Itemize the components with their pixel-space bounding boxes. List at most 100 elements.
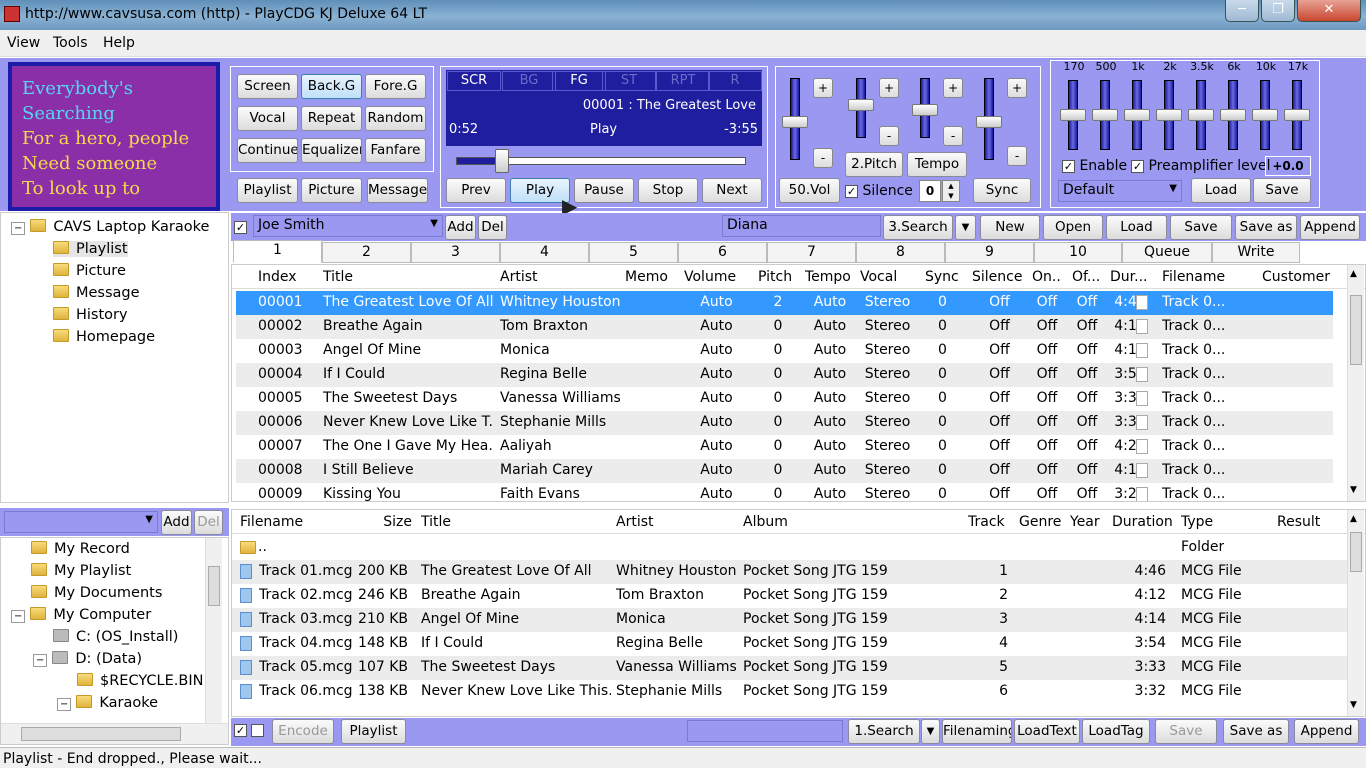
volume-minus-button[interactable]: - bbox=[813, 148, 833, 168]
playlist-col-header[interactable]: Title bbox=[323, 269, 493, 285]
pitch-thumb[interactable] bbox=[848, 99, 874, 111]
background-button[interactable]: Back.G bbox=[301, 74, 362, 99]
volume-plus-button[interactable]: + bbox=[813, 78, 833, 98]
tempo-button[interactable]: Tempo bbox=[907, 152, 967, 177]
tab-playlist-4[interactable]: 4 bbox=[500, 242, 589, 263]
playlist-row[interactable]: 00003 Angel Of Mine Monica Auto 0 Auto Stereo 0… bbox=[236, 339, 1333, 363]
tab-playlist-8[interactable]: 8 bbox=[856, 242, 945, 263]
sync-plus-button[interactable]: + bbox=[1007, 78, 1027, 98]
tree-my-record[interactable]: My Record bbox=[31, 541, 130, 557]
preamp-checkbox[interactable]: ✓ bbox=[1131, 159, 1144, 173]
file-append-button[interactable]: Append bbox=[1294, 719, 1359, 744]
scroll-down-icon[interactable]: ▼ bbox=[1350, 485, 1357, 495]
vocal-button[interactable]: Vocal bbox=[237, 106, 298, 131]
eq-band-thumb[interactable] bbox=[1124, 109, 1150, 121]
tab-bg[interactable]: BG bbox=[502, 71, 556, 91]
file-save-button[interactable]: Save bbox=[1155, 719, 1217, 744]
message-view-button[interactable]: Message bbox=[367, 178, 428, 203]
file-search-button[interactable]: 1.Search bbox=[848, 719, 920, 744]
tree-karaoke[interactable]: − Karaoke bbox=[57, 695, 158, 711]
random-button[interactable]: Random bbox=[365, 106, 426, 131]
playlist-row[interactable]: 00006 Never Knew Love Like T... Stephanie … bbox=[236, 411, 1333, 435]
eq-band-thumb[interactable] bbox=[1156, 109, 1182, 121]
playlist-load-button[interactable]: Load bbox=[1106, 215, 1167, 240]
tree-item-history[interactable]: History bbox=[53, 307, 128, 323]
eq-band-thumb[interactable] bbox=[1284, 109, 1310, 121]
tempo-minus-button[interactable]: - bbox=[943, 126, 963, 146]
volume-button[interactable]: 50.Vol bbox=[779, 178, 840, 203]
file-row[interactable]: Track 04.mcg 148 KB If I Could Regina Belle… bbox=[232, 632, 1347, 656]
tab-playlist-1[interactable]: 1 bbox=[233, 240, 322, 263]
file-row[interactable]: Track 05.mcg 107 KB The Sweetest Days Vanes… bbox=[232, 656, 1347, 680]
picture-view-button[interactable]: Picture bbox=[301, 178, 362, 203]
playlist-col-header[interactable]: Volume bbox=[684, 269, 749, 285]
menu-help[interactable]: Help bbox=[103, 35, 135, 51]
playlist-search-button[interactable]: 3.Search bbox=[883, 215, 953, 240]
stop-button[interactable]: Stop bbox=[638, 178, 698, 203]
tab-fg[interactable]: FG bbox=[552, 71, 606, 91]
volume-thumb[interactable] bbox=[782, 116, 808, 128]
playlist-save-as-button[interactable]: Save as bbox=[1235, 215, 1297, 240]
hscroll-thumb[interactable] bbox=[21, 727, 181, 741]
chevron-down-icon[interactable]: ▼ bbox=[430, 218, 438, 229]
eq-preset-dropdown[interactable]: Default ▼ bbox=[1058, 180, 1182, 202]
singer-dropdown[interactable]: Joe Smith ▼ bbox=[253, 215, 443, 237]
tab-rpt[interactable]: RPT bbox=[656, 71, 710, 91]
add-to-playlist-button[interactable]: Playlist bbox=[341, 719, 406, 744]
eq-band-thumb[interactable] bbox=[1060, 109, 1086, 121]
fanfare-button[interactable]: Fanfare bbox=[365, 138, 426, 163]
file-search-options[interactable]: ▼ bbox=[921, 719, 940, 744]
collapse-icon[interactable]: − bbox=[11, 222, 26, 235]
pause-button[interactable]: Pause bbox=[574, 178, 634, 203]
file-col-header[interactable]: Result bbox=[1277, 514, 1337, 530]
file-col-header[interactable]: Size bbox=[362, 514, 412, 530]
playlist-col-header[interactable]: Customer bbox=[1262, 269, 1342, 285]
preamp-option[interactable]: ✓ Preamplifier level bbox=[1131, 158, 1271, 174]
search-options-dropdown[interactable]: ▼ bbox=[955, 215, 976, 240]
continue-button[interactable]: Continue bbox=[237, 138, 298, 163]
select-all-checkbox[interactable]: ✓ bbox=[234, 724, 247, 737]
file-row[interactable]: Track 02.mcg 246 KB Breathe Again Tom Braxt… bbox=[232, 584, 1347, 608]
browser-path-dropdown[interactable]: ▼ bbox=[4, 511, 158, 533]
next-button[interactable]: Next bbox=[702, 178, 762, 203]
menu-tools[interactable]: Tools bbox=[53, 35, 88, 51]
file-col-header[interactable]: Type bbox=[1181, 514, 1271, 530]
file-row[interactable]: Track 06.mcg 138 KB Never Knew Love Like T… bbox=[232, 680, 1347, 704]
browser-add-button[interactable]: Add bbox=[161, 510, 192, 535]
tree-item-homepage[interactable]: Homepage bbox=[53, 329, 155, 345]
tree-hscrollbar[interactable] bbox=[1, 723, 228, 744]
file-col-header[interactable]: Artist bbox=[616, 514, 736, 530]
playlist-col-header[interactable]: Filename bbox=[1162, 269, 1252, 285]
repeat-button[interactable]: Repeat bbox=[301, 106, 362, 131]
file-col-header[interactable]: Filename bbox=[240, 514, 360, 530]
playlist-col-header[interactable]: Vocal bbox=[860, 269, 915, 285]
playlist-open-button[interactable]: Open bbox=[1043, 215, 1103, 240]
seek-thumb[interactable] bbox=[495, 149, 510, 173]
eq-enable-checkbox[interactable]: ✓ bbox=[1062, 159, 1075, 173]
file-col-header[interactable]: Duration bbox=[1112, 514, 1172, 530]
eq-band-thumb[interactable] bbox=[1220, 109, 1246, 121]
encode-button[interactable]: Encode bbox=[272, 719, 334, 744]
playlist-col-header[interactable]: Sync bbox=[925, 269, 960, 285]
silence-spinner[interactable]: ▲ ▼ bbox=[942, 180, 960, 202]
pitch-plus-button[interactable]: + bbox=[879, 78, 899, 98]
playlist-save-button[interactable]: Save bbox=[1170, 215, 1232, 240]
silence-checkbox[interactable]: ✓ bbox=[845, 184, 858, 198]
tree-my-playlist[interactable]: My Playlist bbox=[31, 563, 131, 579]
playlist-col-header[interactable]: Pitch bbox=[758, 269, 798, 285]
tab-playlist-write[interactable]: Write bbox=[1212, 242, 1300, 263]
tree-root[interactable]: − CAVS Laptop Karaoke bbox=[11, 219, 209, 235]
tab-st[interactable]: ST bbox=[602, 71, 656, 91]
playlist-col-header[interactable]: On... bbox=[1032, 269, 1062, 285]
tab-playlist-queue[interactable]: Queue bbox=[1122, 242, 1212, 263]
chevron-down-icon[interactable]: ▼ bbox=[145, 514, 153, 525]
eq-band-thumb[interactable] bbox=[1188, 109, 1214, 121]
screen-button[interactable]: Screen bbox=[237, 74, 298, 99]
sync-thumb[interactable] bbox=[976, 116, 1002, 128]
file-col-header[interactable]: Track bbox=[968, 514, 1008, 530]
menu-view[interactable]: View bbox=[7, 35, 40, 51]
collapse-icon[interactable]: − bbox=[33, 654, 48, 667]
playlist-view-button[interactable]: Playlist bbox=[237, 178, 298, 203]
file-row[interactable]: Track 01.mcg 200 KB The Greatest Love Of A… bbox=[232, 560, 1347, 584]
playlist-row[interactable]: 00004 If I Could Regina Belle Auto 0 Auto Ster… bbox=[236, 363, 1333, 387]
